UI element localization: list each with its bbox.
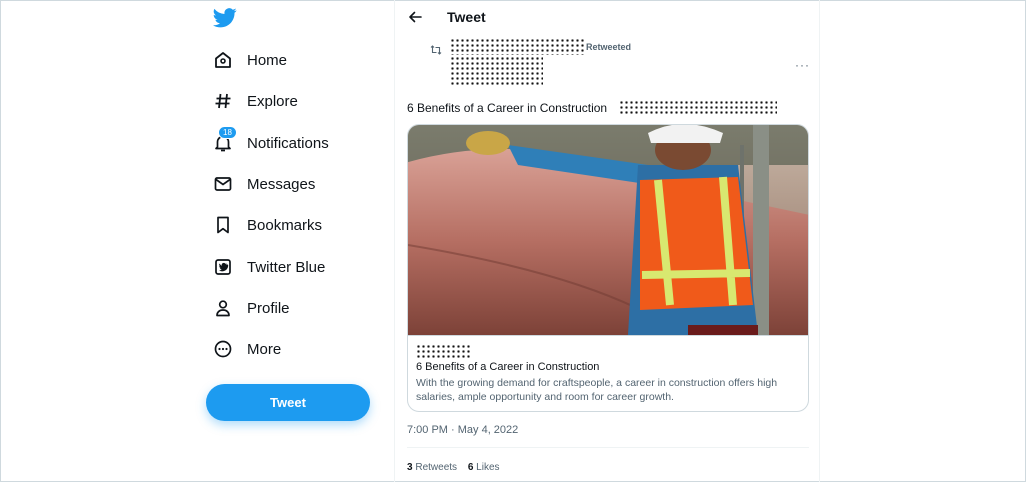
divider (407, 447, 809, 448)
redacted-card-domain (416, 344, 471, 358)
sidebar-item-label: Twitter Blue (247, 258, 326, 276)
sidebar-item-more[interactable]: More (212, 331, 281, 367)
sidebar-item-label: Messages (247, 175, 316, 193)
sidebar-item-twitter-blue[interactable]: Twitter Blue (212, 249, 325, 285)
tweet-stats: 3 Retweets 6 Likes (407, 462, 508, 473)
likes-count: 6 (467, 462, 474, 473)
likes-label: Likes (476, 462, 500, 473)
link-preview-card[interactable]: 6 Benefits of a Career in Construction W… (407, 124, 809, 412)
hashtag-icon (212, 90, 234, 112)
page-header: Tweet (395, 0, 819, 36)
retweet-icon (430, 42, 442, 55)
sidebar-item-label: Profile (247, 299, 290, 317)
sidebar-item-label: Explore (247, 92, 298, 110)
main-column: Tweet Retweeted ··· 6 Benefits of a Care… (394, 0, 820, 482)
sidebar-item-label: Notifications (247, 134, 329, 152)
redacted-author-handle (450, 56, 543, 86)
retweets-count: 3 (407, 462, 413, 473)
home-icon (212, 49, 234, 71)
tweet-timestamp[interactable]: 7:00 PM · May 4, 2022 (407, 424, 518, 436)
card-title: 6 Benefits of a Career in Construction (416, 361, 600, 373)
redacted-link (619, 100, 777, 116)
page-title: Tweet (447, 9, 486, 25)
retweeted-label: Retweeted (586, 42, 632, 52)
twitter-logo-icon[interactable] (213, 8, 237, 28)
sidebar-item-profile[interactable]: Profile (212, 290, 290, 326)
retweets-stat[interactable]: 3 Retweets (407, 462, 457, 473)
card-description: With the growing demand for craftspeople… (416, 377, 778, 403)
sidebar-item-label: Bookmarks (247, 216, 323, 234)
back-arrow-icon[interactable] (407, 9, 423, 25)
sidebar-item-label: Home (247, 51, 288, 69)
compose-tweet-button[interactable]: Tweet (206, 384, 370, 421)
sidebar-item-messages[interactable]: Messages (212, 166, 315, 202)
construction-worker-photo (408, 125, 808, 335)
twitter-blue-icon (212, 256, 234, 278)
notification-badge: 18 (218, 126, 237, 139)
sidebar-item-notifications[interactable]: 18 Notifications (212, 125, 329, 161)
sidebar-item-bookmarks[interactable]: Bookmarks (212, 207, 322, 243)
sidebar-item-explore[interactable]: Explore (212, 83, 298, 119)
more-options-icon[interactable]: ··· (795, 58, 810, 72)
retweets-label: Retweets (415, 462, 458, 473)
sidebar-item-label: More (247, 340, 282, 358)
sidebar: Home Explore 18 Notifications Messages B… (200, 0, 390, 482)
envelope-icon (212, 173, 234, 195)
sidebar-item-home[interactable]: Home (212, 42, 287, 78)
tweet-text: 6 Benefits of a Career in Construction (407, 101, 607, 115)
bell-icon: 18 (212, 126, 237, 154)
likes-stat[interactable]: 6 Likes (468, 462, 500, 473)
person-icon (212, 297, 234, 319)
tweet-text-content: 6 Benefits of a Career in Construction (407, 101, 608, 115)
redacted-author-name (450, 38, 586, 55)
bookmark-icon (212, 214, 234, 236)
more-circle-icon (212, 338, 234, 360)
card-body: 6 Benefits of a Career in Construction W… (408, 335, 808, 411)
